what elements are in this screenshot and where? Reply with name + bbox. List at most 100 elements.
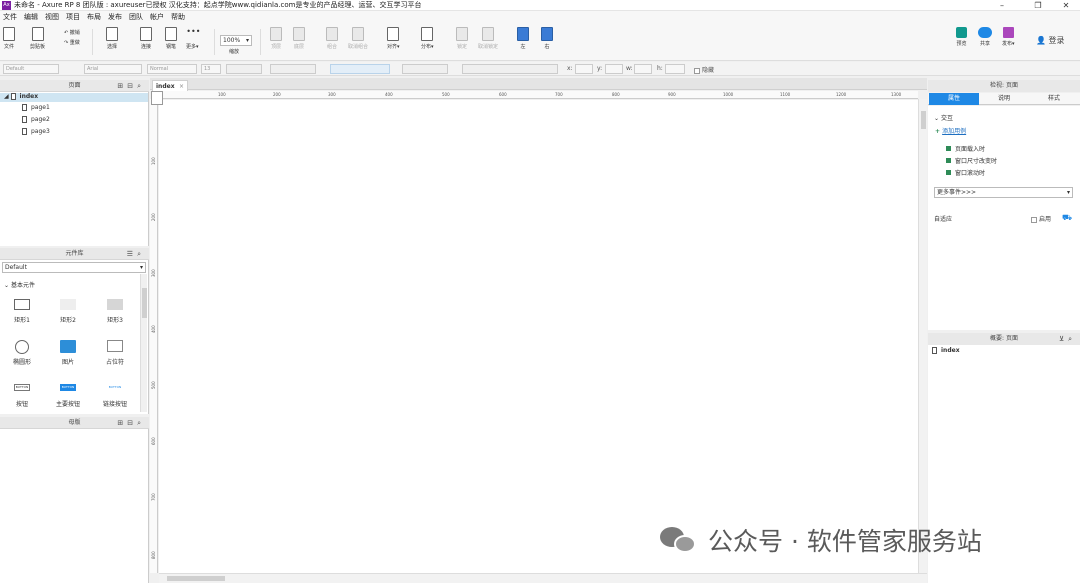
- undo-button[interactable]: ↶ 撤销: [64, 29, 80, 36]
- library-panel-actions[interactable]: ☰⌕: [127, 248, 145, 260]
- font-weight-select[interactable]: Normal: [147, 64, 197, 74]
- connect-button[interactable]: 连接: [140, 27, 152, 50]
- distribute-button[interactable]: 分布▾: [421, 27, 434, 50]
- right-button[interactable]: 右: [541, 27, 553, 50]
- text-style-buttons[interactable]: [226, 64, 262, 74]
- ruler-tick: 1000: [723, 92, 734, 97]
- menu-publish[interactable]: 发布: [108, 12, 122, 22]
- lock-button[interactable]: 锁定: [456, 27, 468, 50]
- event-page-load[interactable]: 页面载入时: [946, 144, 985, 153]
- fill-color-buttons[interactable]: [402, 64, 448, 74]
- align-button[interactable]: 对齐▾: [387, 27, 400, 50]
- x-label: x:: [567, 65, 573, 72]
- scrollbar-thumb[interactable]: [921, 111, 926, 129]
- widget-primary-button[interactable]: BUTTON 主要按钮: [48, 384, 88, 408]
- menu-project[interactable]: 项目: [66, 12, 80, 22]
- outline-item-index[interactable]: index: [932, 347, 960, 354]
- pen-button[interactable]: 钢笔: [165, 27, 177, 50]
- axure-app-icon: Ax: [2, 0, 11, 10]
- close-button[interactable]: ✕: [1052, 0, 1080, 11]
- unlock-button[interactable]: 取消锁定: [478, 27, 498, 50]
- font-size-select[interactable]: 13: [201, 64, 221, 74]
- distribute-icon: [421, 27, 434, 41]
- canvas-horizontal-scrollbar[interactable]: [159, 573, 927, 583]
- minimize-button[interactable]: –: [988, 0, 1016, 11]
- ruler-corner[interactable]: [151, 91, 163, 105]
- w-input[interactable]: [634, 64, 652, 74]
- pages-panel-actions[interactable]: ⊞⊟⌕: [117, 80, 145, 92]
- ungroup-button[interactable]: 取消组合: [348, 27, 368, 50]
- interaction-section[interactable]: ⌄ 交互: [934, 113, 953, 122]
- tab-properties[interactable]: 属性: [929, 93, 979, 105]
- ruler-tick: 100: [151, 157, 156, 165]
- widget-placeholder[interactable]: 占位符: [95, 340, 135, 366]
- add-case-link[interactable]: + 添加用例: [935, 126, 966, 135]
- canvas-vertical-scrollbar[interactable]: [918, 99, 927, 573]
- menu-arrange[interactable]: 布局: [87, 12, 101, 22]
- text-align-buttons[interactable]: [330, 64, 390, 74]
- toolbar-separator: [92, 29, 93, 55]
- bring-top-button[interactable]: 顶层: [270, 27, 282, 50]
- menu-view[interactable]: 视图: [45, 12, 59, 22]
- vertical-ruler: 100 200 300 400 500 600 700 800: [150, 99, 158, 573]
- hidden-checkbox[interactable]: 隐藏: [694, 65, 714, 74]
- menu-team[interactable]: 团队: [129, 12, 143, 22]
- more-button[interactable]: ••• 更多▾: [186, 27, 200, 50]
- rectangle-icon: [60, 299, 76, 310]
- zoom-label: 缩放: [229, 49, 240, 55]
- line-style-buttons[interactable]: [462, 64, 558, 74]
- widget-rect1[interactable]: 矩形1: [2, 299, 42, 324]
- menu-help[interactable]: 帮助: [171, 12, 185, 22]
- text-color-buttons[interactable]: [270, 64, 316, 74]
- scrollbar-thumb[interactable]: [142, 288, 147, 318]
- event-window-resize[interactable]: 窗口尺寸改变时: [946, 156, 997, 165]
- widget-link-button[interactable]: BUTTON 链接按钮: [95, 384, 135, 408]
- menu-file[interactable]: 文件: [3, 12, 17, 22]
- tab-notes[interactable]: 说明: [979, 93, 1029, 105]
- masters-panel-actions[interactable]: ⊞⊟⌕: [117, 417, 145, 429]
- zoom-select[interactable]: 100% ▾: [220, 35, 252, 46]
- select-button[interactable]: 选择: [106, 27, 118, 50]
- adaptive-settings-icon[interactable]: ⛟: [1062, 213, 1072, 223]
- design-canvas[interactable]: [159, 100, 918, 573]
- tab-style[interactable]: 样式: [1029, 93, 1079, 105]
- page-item-page1[interactable]: page1: [22, 104, 50, 111]
- library-scrollbar[interactable]: [140, 274, 147, 412]
- send-bottom-button[interactable]: 底层: [293, 27, 305, 50]
- font-family-select[interactable]: Arial: [84, 64, 142, 74]
- preview-button[interactable]: 预览: [956, 27, 967, 47]
- publish-button[interactable]: 发布▾: [1002, 27, 1015, 47]
- send-bottom-icon: [293, 27, 305, 41]
- left-button[interactable]: 左: [517, 27, 529, 50]
- menu-edit[interactable]: 编辑: [24, 12, 38, 22]
- event-window-scroll[interactable]: 窗口滚动时: [946, 168, 985, 177]
- widget-ellipse[interactable]: 椭圆形: [2, 340, 42, 366]
- maximize-button[interactable]: ❐: [1024, 0, 1052, 11]
- scrollbar-thumb[interactable]: [167, 576, 225, 581]
- page-item-page2[interactable]: page2: [22, 116, 50, 123]
- x-input[interactable]: [575, 64, 593, 74]
- more-events-select[interactable]: 更多事件>>> ▾: [934, 187, 1073, 198]
- menu-account[interactable]: 帐户: [150, 12, 164, 22]
- tab-index[interactable]: index ×: [152, 80, 188, 91]
- redo-button[interactable]: ↷ 重做: [64, 39, 80, 46]
- widget-rect3[interactable]: 矩形3: [95, 299, 135, 324]
- h-input[interactable]: [665, 64, 685, 74]
- adaptive-enable-checkbox[interactable]: 启用: [1031, 214, 1051, 223]
- page-item-page3[interactable]: page3: [22, 128, 50, 135]
- ruler-tick: 200: [151, 213, 156, 221]
- login-button[interactable]: 👤 登录: [1036, 35, 1065, 46]
- group-button[interactable]: 组合: [326, 27, 338, 50]
- widget-image[interactable]: 图片: [48, 340, 88, 366]
- file-button[interactable]: 文件: [3, 27, 15, 50]
- widget-button[interactable]: BUTTON 按钮: [2, 384, 42, 408]
- basic-widgets-section[interactable]: ⌄ 基本元件: [4, 280, 35, 289]
- outline-actions[interactable]: ⊻⌕: [1059, 333, 1076, 345]
- widget-rect2[interactable]: 矩形2: [48, 299, 88, 324]
- y-input[interactable]: [605, 64, 623, 74]
- library-select[interactable]: Default ▾: [2, 262, 146, 273]
- page-item-index[interactable]: ◢ index: [0, 93, 148, 102]
- share-button[interactable]: 共享: [978, 27, 992, 47]
- clipboard-button[interactable]: 剪贴板: [30, 27, 45, 50]
- style-select[interactable]: Default: [3, 64, 59, 74]
